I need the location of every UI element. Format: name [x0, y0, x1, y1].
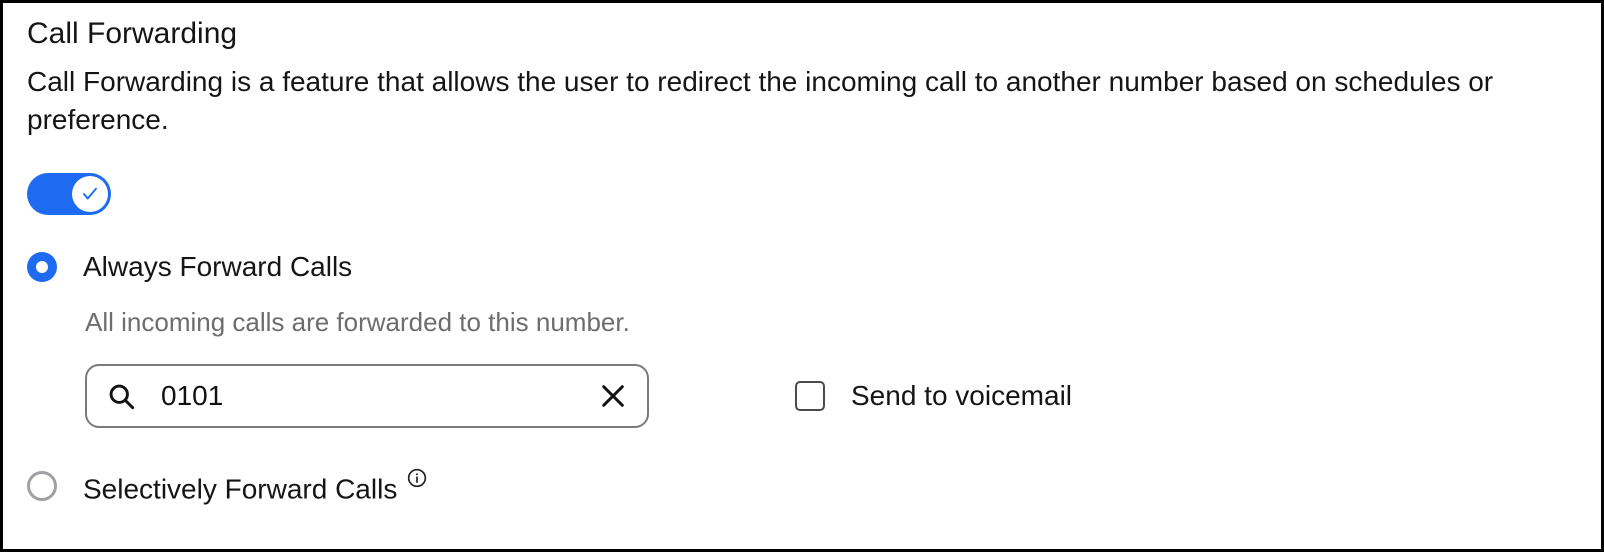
always-forward-details: All incoming calls are forwarded to this…	[85, 307, 1577, 428]
clear-input-button[interactable]	[599, 382, 627, 410]
send-to-voicemail-option[interactable]: Send to voicemail	[795, 380, 1072, 412]
always-forward-hint: All incoming calls are forwarded to this…	[85, 307, 1577, 338]
radio-selective-forward[interactable]	[27, 471, 57, 501]
send-to-voicemail-label: Send to voicemail	[851, 380, 1072, 412]
toggle-knob	[72, 176, 108, 212]
forward-number-input[interactable]	[159, 379, 575, 413]
section-description: Call Forwarding is a feature that allows…	[27, 63, 1577, 139]
option-always-forward[interactable]: Always Forward Calls	[27, 251, 1577, 283]
info-icon[interactable]	[407, 468, 427, 488]
search-icon	[107, 382, 135, 410]
forward-number-field[interactable]	[85, 364, 649, 428]
enable-call-forwarding-toggle[interactable]	[27, 173, 111, 215]
radio-always-forward[interactable]	[27, 252, 57, 282]
check-icon	[81, 185, 99, 203]
send-to-voicemail-checkbox[interactable]	[795, 381, 825, 411]
option-selective-forward[interactable]: Selectively Forward Calls	[27, 468, 1577, 505]
section-title: Call Forwarding	[27, 17, 1577, 51]
option-selective-label: Selectively Forward Calls	[83, 468, 427, 505]
option-always-label: Always Forward Calls	[83, 251, 352, 283]
call-forwarding-panel: Call Forwarding Call Forwarding is a fea…	[0, 0, 1604, 552]
